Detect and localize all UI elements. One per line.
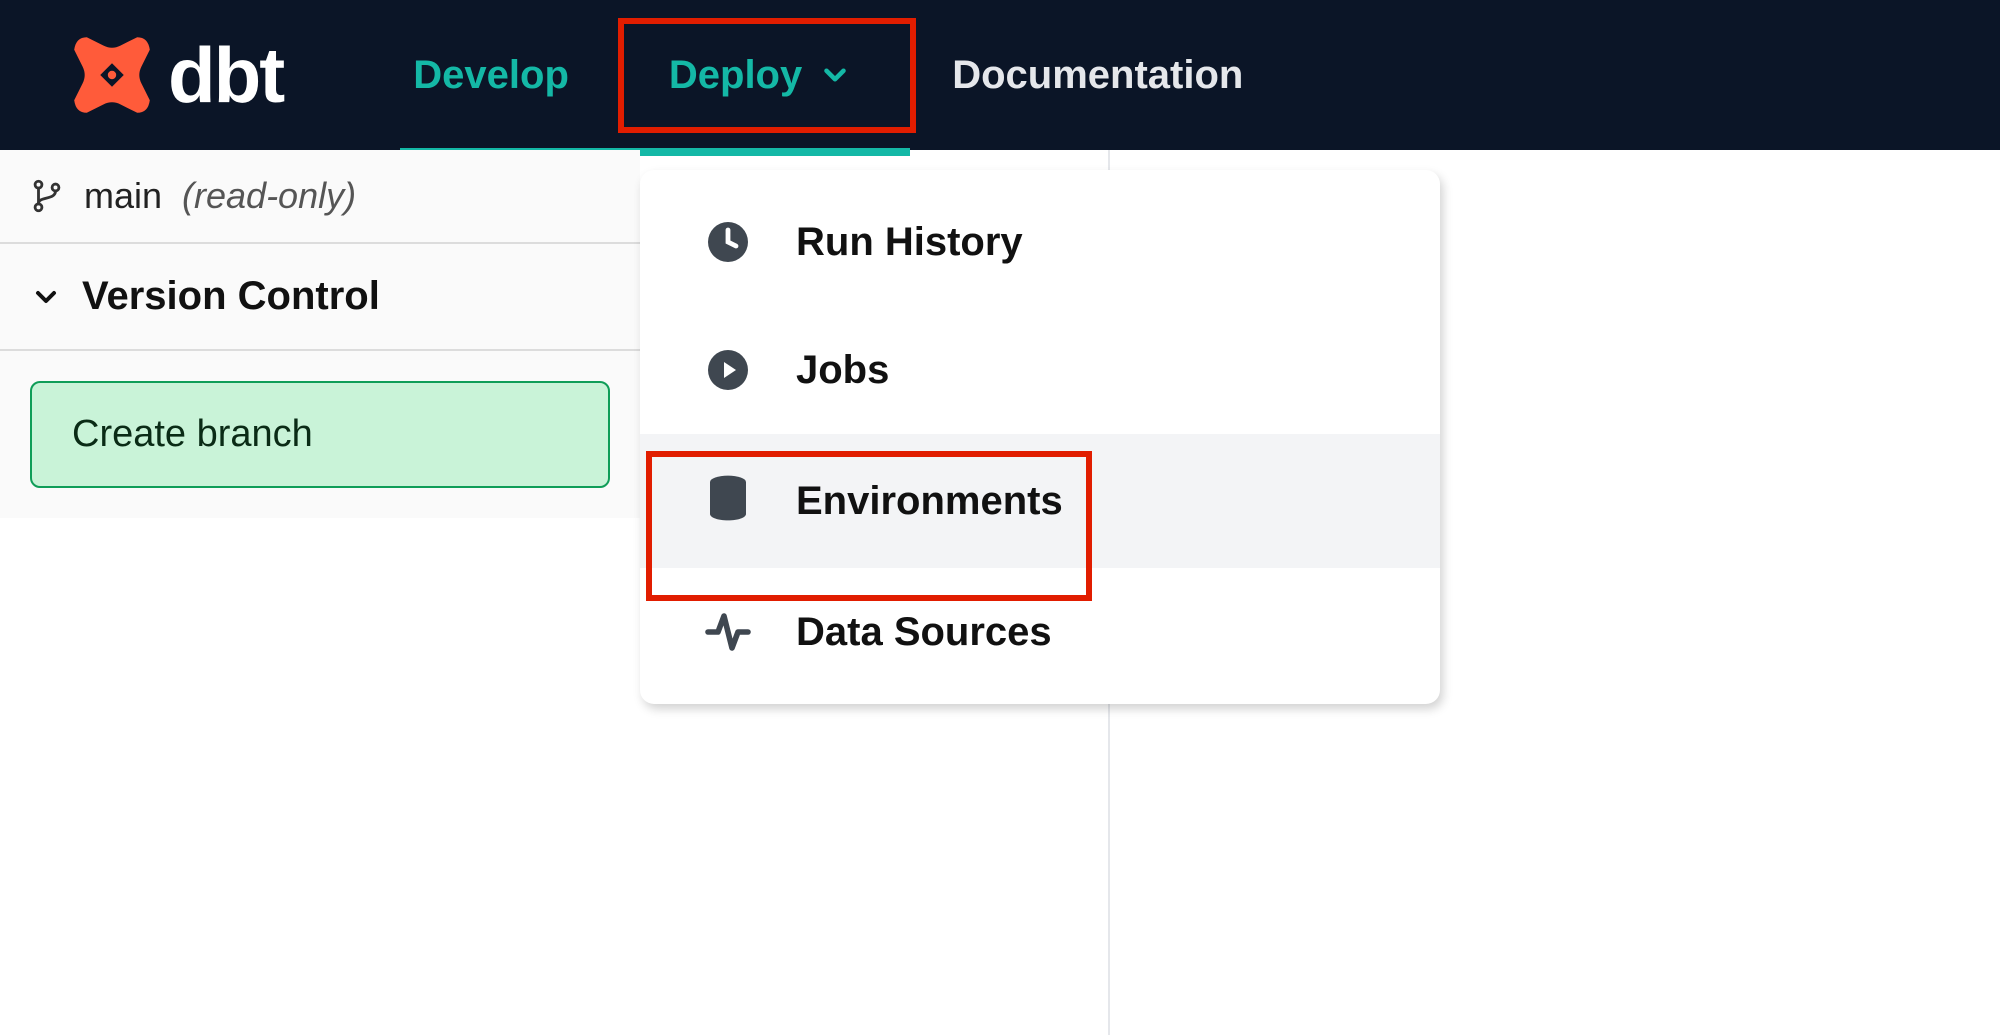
branch-name: main bbox=[84, 175, 162, 217]
create-branch-label: Create branch bbox=[72, 413, 313, 455]
dbt-logo-icon bbox=[70, 33, 154, 117]
deploy-menu-run-history[interactable]: Run History bbox=[640, 178, 1440, 306]
deploy-menu-jobs[interactable]: Jobs bbox=[640, 306, 1440, 434]
nav-items: Develop Deploy Documentation bbox=[363, 0, 1293, 150]
version-control-toggle[interactable]: Version Control bbox=[0, 244, 640, 351]
nav-deploy[interactable]: Deploy bbox=[619, 0, 902, 150]
database-icon bbox=[700, 474, 756, 528]
nav-develop[interactable]: Develop bbox=[363, 0, 619, 150]
branch-readonly-label: (read-only) bbox=[182, 175, 356, 217]
top-nav: dbt Develop Deploy Documentation bbox=[0, 0, 2000, 150]
create-branch-button[interactable]: Create branch bbox=[30, 381, 610, 488]
version-control-header: Version Control bbox=[82, 274, 380, 319]
deploy-menu-item-label: Data Sources bbox=[796, 610, 1052, 655]
deploy-menu-data-sources[interactable]: Data Sources bbox=[640, 568, 1440, 696]
chevron-down-icon bbox=[30, 281, 62, 313]
brand-name: dbt bbox=[168, 30, 283, 121]
nav-develop-label: Develop bbox=[413, 53, 569, 98]
clock-icon bbox=[700, 218, 756, 266]
activity-icon bbox=[700, 608, 756, 656]
brand-logo[interactable]: dbt bbox=[70, 30, 283, 121]
page-body: main (read-only) Version Control Create … bbox=[0, 150, 2000, 1035]
deploy-menu-item-label: Environments bbox=[796, 479, 1063, 524]
nav-deploy-label: Deploy bbox=[669, 53, 802, 98]
branch-indicator[interactable]: main (read-only) bbox=[0, 150, 640, 244]
create-branch-wrap: Create branch bbox=[0, 351, 640, 518]
sidebar: main (read-only) Version Control Create … bbox=[0, 150, 640, 518]
nav-documentation[interactable]: Documentation bbox=[902, 0, 1293, 150]
deploy-menu-item-label: Run History bbox=[796, 220, 1023, 265]
deploy-menu-environments[interactable]: Environments bbox=[640, 434, 1440, 568]
git-branch-icon bbox=[30, 176, 64, 216]
deploy-dropdown: Run History Jobs Environments Data Sourc… bbox=[640, 170, 1440, 704]
nav-documentation-label: Documentation bbox=[952, 53, 1243, 98]
deploy-menu-item-label: Jobs bbox=[796, 348, 889, 393]
play-circle-icon bbox=[700, 346, 756, 394]
chevron-down-icon bbox=[818, 58, 852, 92]
